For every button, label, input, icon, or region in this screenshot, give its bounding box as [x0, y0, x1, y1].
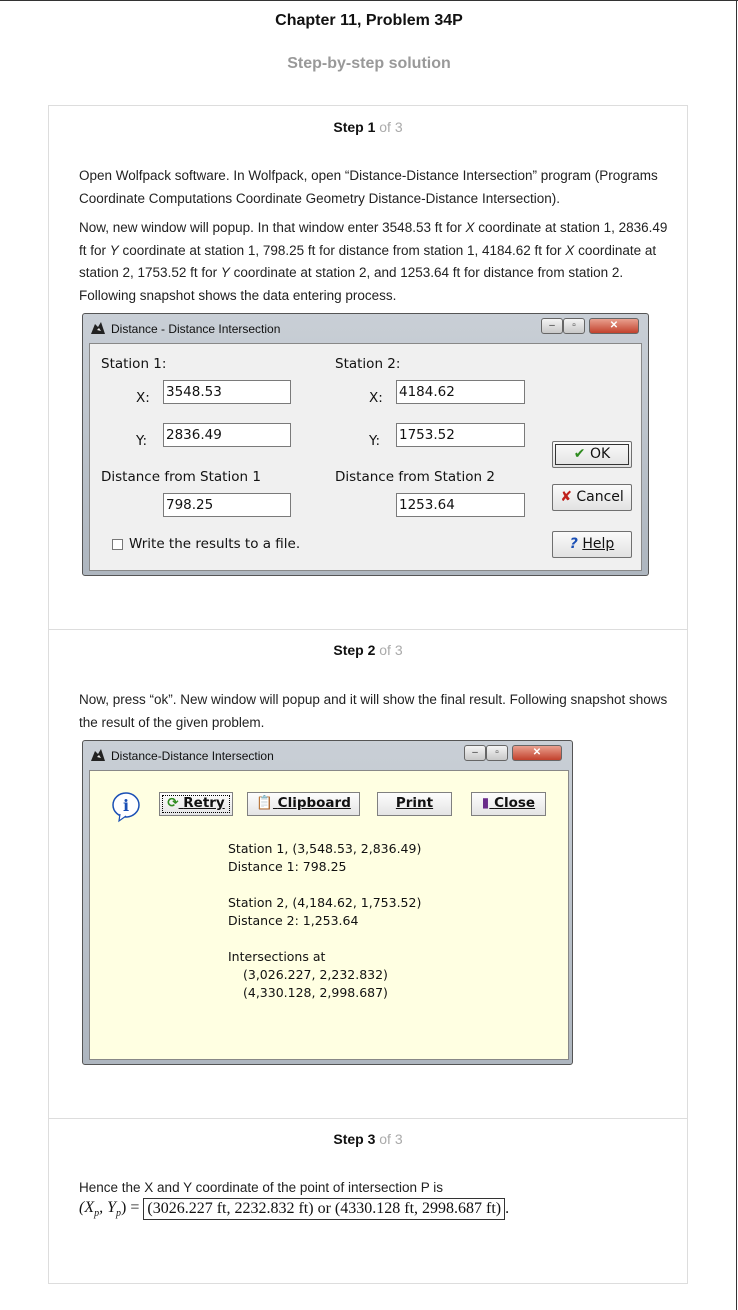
step-label: Step 1	[333, 119, 376, 135]
minimize-icon[interactable]: –	[541, 318, 563, 334]
answer-period: .	[505, 1200, 510, 1217]
x1-input[interactable]: 3548.53	[163, 380, 291, 404]
window-title: Distance-Distance Intersection	[111, 749, 274, 763]
step-3-paragraph: Hence the X and Y coordinate of the poin…	[79, 1180, 443, 1195]
step-1-heading: Step 1 of 3	[48, 119, 688, 135]
result-line: Station 1, (3,548.53, 2,836.49)	[228, 841, 422, 856]
chapter-title: Chapter 11, Problem 34P	[275, 12, 463, 29]
write-results-label: Write the results to a file.	[129, 536, 301, 552]
x-mark-icon: ✘	[560, 489, 572, 505]
svg-text:i: i	[123, 796, 129, 815]
print-button[interactable]: Print	[377, 792, 452, 816]
result-line: (3,026.227, 2,232.832)	[243, 967, 388, 982]
step-2-paragraph: Now, press “ok”. New window will popup a…	[79, 692, 668, 730]
result-line: Station 2, (4,184.62, 1,753.52)	[228, 895, 422, 910]
y1-input[interactable]: 2836.49	[163, 423, 291, 447]
info-icon: i	[112, 792, 140, 823]
help-button[interactable]: ? Help	[552, 531, 632, 558]
input-dialog-window: Distance - Distance Intersection – ▫ ✕ S…	[82, 313, 649, 576]
distance-2-label: Distance from Station 2	[335, 469, 495, 485]
dialog-client-area: Station 1: Station 2: X: 3548.53 X: 4184…	[89, 343, 642, 571]
clipboard-icon: 📋	[256, 795, 273, 811]
result-line: Distance 1: 798.25	[228, 859, 347, 874]
step-1-paragraph-1: Open Wolfpack software. In Wolfpack, ope…	[79, 168, 658, 206]
distance-1-input[interactable]: 798.25	[163, 493, 291, 517]
question-icon: ?	[569, 536, 578, 552]
step-divider	[49, 629, 687, 630]
distance-1-label: Distance from Station 1	[101, 469, 261, 485]
y1-label: Y:	[136, 433, 148, 449]
top-border	[0, 0, 738, 1]
station-1-label: Station 1:	[101, 356, 167, 372]
step-1-paragraph-2: Now, new window will popup. In that wind…	[79, 220, 668, 303]
final-answer: (Xp, Yp) = (3026.227 ft, 2232.832 ft) or…	[79, 1198, 509, 1220]
step-divider	[49, 1118, 687, 1119]
wolfpack-logo-icon	[91, 749, 105, 761]
write-results-checkbox[interactable]	[112, 539, 123, 550]
door-icon: ▮	[481, 795, 490, 811]
close-icon[interactable]: ✕	[589, 318, 639, 334]
x1-label: X:	[136, 390, 150, 406]
boxed-answer: (3026.227 ft, 2232.832 ft) or (4330.128 …	[143, 1198, 506, 1220]
close-button[interactable]: ▮ Close	[471, 792, 546, 816]
result-line: (4,330.128, 2,998.687)	[243, 985, 388, 1000]
y2-input[interactable]: 1753.52	[396, 423, 525, 447]
ok-button[interactable]: ✔ OK	[552, 441, 632, 468]
close-icon[interactable]: ✕	[512, 745, 562, 761]
distance-2-input[interactable]: 1253.64	[396, 493, 525, 517]
maximize-icon[interactable]: ▫	[563, 318, 585, 334]
step-count: of 3	[379, 1131, 403, 1147]
step-count: of 3	[379, 119, 403, 135]
right-border	[736, 0, 737, 1310]
clipboard-button[interactable]: 📋 Clipboard	[247, 792, 360, 816]
result-line: Distance 2: 1,253.64	[228, 913, 359, 928]
step-label: Step 2	[333, 642, 376, 658]
cancel-button[interactable]: ✘ Cancel	[552, 484, 632, 511]
retry-button[interactable]: ⟳ Retry	[159, 792, 233, 816]
step-count: of 3	[379, 642, 403, 658]
window-title: Distance - Distance Intersection	[111, 322, 281, 336]
x2-label: X:	[369, 390, 383, 406]
result-dialog-window: Distance-Distance Intersection – ▫ ✕ i ⟳…	[82, 740, 573, 1065]
refresh-icon: ⟳	[167, 795, 179, 811]
wolfpack-logo-icon	[91, 322, 105, 334]
y2-label: Y:	[369, 433, 381, 449]
station-2-label: Station 2:	[335, 356, 401, 372]
check-icon: ✔	[573, 446, 586, 462]
step-3-heading: Step 3 of 3	[48, 1131, 688, 1147]
solution-subtitle: Step-by-step solution	[287, 55, 451, 72]
step-2-heading: Step 2 of 3	[48, 642, 688, 658]
result-line: Intersections at	[228, 949, 326, 964]
answer-lhs: (Xp, Yp) =	[79, 1198, 140, 1220]
x2-input[interactable]: 4184.62	[396, 380, 525, 404]
minimize-icon[interactable]: –	[464, 745, 486, 761]
maximize-icon[interactable]: ▫	[486, 745, 508, 761]
step-label: Step 3	[333, 1131, 376, 1147]
